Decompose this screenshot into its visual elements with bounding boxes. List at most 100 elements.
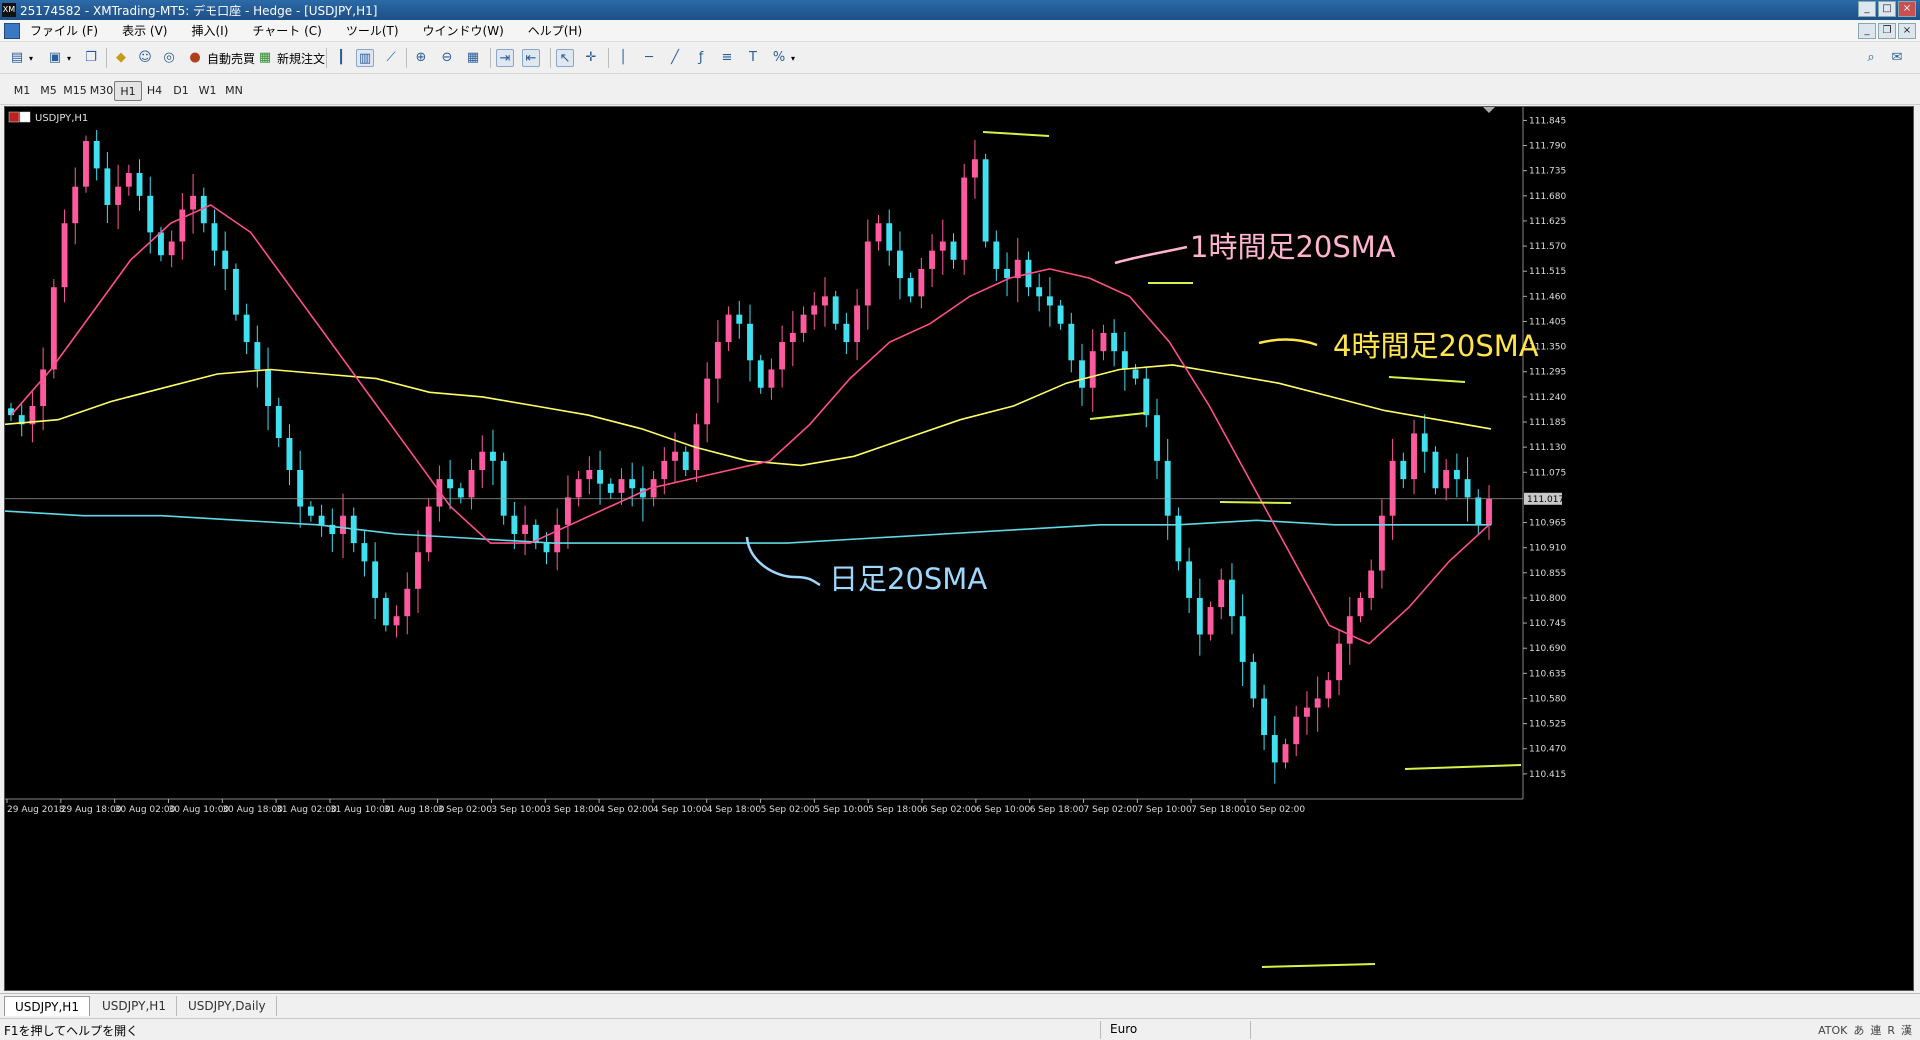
candle-body	[1443, 469, 1450, 489]
timeframe-m30[interactable]: M30	[88, 81, 116, 101]
candlestick-chart-icon[interactable]: ▥	[356, 49, 374, 67]
time-axis-label: 4 Sep 02:00	[599, 805, 654, 815]
chart-tab-1[interactable]: USDJPY,H1	[92, 996, 177, 1016]
text-icon[interactable]: T	[744, 49, 762, 67]
maximize-button[interactable]: □	[1878, 1, 1896, 17]
line-chart-icon[interactable]: ⟋	[382, 49, 400, 67]
timeframe-m1[interactable]: M1	[8, 81, 36, 101]
menu-item-0[interactable]: ファイル (F)	[30, 23, 108, 39]
chart-window-icon[interactable]	[4, 23, 20, 39]
menu-item-1[interactable]: 表示 (V)	[122, 23, 177, 39]
ime-item-1[interactable]: あ	[1853, 1022, 1864, 1038]
price-axis-label: 111.075	[1529, 468, 1566, 478]
candle-body	[597, 469, 604, 484]
minimize-button[interactable]: _	[1858, 1, 1876, 17]
candle-body	[136, 172, 143, 196]
menu-item-5[interactable]: ウインドウ(W)	[423, 23, 514, 39]
candle-body	[1186, 561, 1193, 598]
ime-item-0[interactable]: ATOK	[1818, 1024, 1847, 1037]
candle-body	[575, 479, 582, 498]
candle-body	[1250, 661, 1257, 699]
timeframe-m15[interactable]: M15	[61, 81, 89, 101]
time-axis-label: 30 Aug 02:00	[115, 805, 176, 815]
support-resistance-line	[1388, 376, 1466, 383]
candle-body	[1314, 698, 1321, 708]
candle-body	[1261, 698, 1268, 736]
candle-body	[929, 250, 936, 269]
candle-body	[50, 287, 57, 370]
candle-body	[490, 451, 496, 461]
menu-item-3[interactable]: チャート (C)	[252, 23, 331, 39]
crosshair-icon[interactable]: ✛	[582, 49, 600, 67]
zoom-in-icon[interactable]: ⊕	[412, 49, 430, 67]
timeframe-h1[interactable]: H1	[114, 81, 142, 101]
timeframe-d1[interactable]: D1	[167, 81, 195, 101]
ime-item-2[interactable]: 連	[1870, 1022, 1881, 1038]
candle-body	[1089, 351, 1096, 388]
candle-body	[618, 479, 625, 493]
menu-item-2[interactable]: 挿入(I)	[191, 23, 238, 39]
cursor-icon[interactable]: ↖	[556, 49, 574, 67]
price-chart[interactable]: USDJPY,H1 111.845 111.790 111.735 111.680 111…	[5, 107, 1915, 992]
time-axis-label: 31 Aug 10:00	[330, 805, 391, 815]
auto-trade-button[interactable]: ● 自動売買	[186, 47, 255, 69]
chat-icon[interactable]: ✉	[1888, 49, 1906, 67]
ime-item-3[interactable]: R	[1887, 1024, 1895, 1037]
close-button[interactable]: ×	[1898, 1, 1916, 17]
candle-body	[886, 223, 893, 251]
templates-icon[interactable]: ❐	[82, 49, 100, 67]
search-icon[interactable]: ⌕	[1862, 49, 1880, 67]
time-axis-label: 29 Aug 2018	[7, 805, 65, 815]
shapes-icon[interactable]: %	[770, 49, 788, 67]
candle-body	[1464, 479, 1471, 498]
chart-tab-2[interactable]: USDJPY,Daily	[178, 996, 277, 1016]
candle-body	[1389, 460, 1396, 516]
candle-body	[286, 438, 293, 470]
price-axis-label: 110.965	[1529, 519, 1566, 529]
horizontal-line-icon[interactable]: ─	[640, 49, 658, 67]
fibonacci-icon[interactable]: ƒ	[692, 49, 710, 67]
timeframe-w1[interactable]: W1	[194, 81, 222, 101]
navigator-icon[interactable]: ☺	[136, 49, 154, 67]
candle-body	[393, 616, 400, 626]
market-watch-icon[interactable]: ◆	[112, 49, 130, 67]
mdi-minimize-button[interactable]: _	[1858, 23, 1876, 39]
profiles-icon[interactable]: ▣	[46, 49, 64, 67]
trend-line-icon[interactable]: ╱	[666, 49, 684, 67]
timeframe-m5[interactable]: M5	[35, 81, 63, 101]
time-axis-label: 31 Aug 18:00	[384, 805, 445, 815]
candle-body	[511, 515, 518, 534]
candle-body	[425, 506, 432, 553]
candle-body	[168, 241, 175, 256]
candle-body	[275, 406, 282, 439]
candle-body	[265, 369, 271, 407]
price-axis-label: 110.855	[1529, 569, 1566, 579]
price-axis-label: 111.185	[1529, 418, 1566, 428]
menu-bar: ファイル (F) 表示 (V) 挿入(I) チャート (C) ツール(T) ウインドウ(W…	[0, 20, 1920, 42]
channel-icon[interactable]: ≡	[718, 49, 736, 67]
chart-tab-0[interactable]: USDJPY,H1	[4, 996, 90, 1016]
timeframe-h4[interactable]: H4	[141, 81, 169, 101]
bar-chart-icon[interactable]: ┃	[332, 49, 350, 67]
ime-item-4[interactable]: 漢	[1901, 1022, 1912, 1038]
zoom-out-icon[interactable]: ⊖	[438, 49, 456, 67]
candle-body	[661, 460, 668, 480]
menu-item-6[interactable]: ヘルプ(H)	[528, 23, 592, 39]
new-chart-icon[interactable]: ▤	[8, 49, 26, 67]
menu-item-4[interactable]: ツール(T)	[346, 23, 409, 39]
vertical-line-icon[interactable]: │	[614, 49, 632, 67]
tile-windows-icon[interactable]: ▦	[464, 49, 482, 67]
candle-body	[147, 195, 154, 233]
auto-scroll-icon[interactable]: ⇥	[496, 49, 514, 67]
chart-window[interactable]: USDJPY,H1 111.845 111.790 111.735 111.680 111…	[4, 106, 1914, 991]
price-axis-label: 110.580	[1529, 694, 1566, 704]
mdi-restore-button[interactable]: ❐	[1878, 23, 1896, 39]
timeframe-mn[interactable]: MN	[220, 81, 248, 101]
mdi-close-button[interactable]: ×	[1898, 23, 1916, 39]
new-order-button[interactable]: ▦ 新規注文	[256, 47, 325, 69]
signals-icon[interactable]: ◎	[160, 49, 178, 67]
chart-shift-icon[interactable]: ⇤	[522, 49, 540, 67]
h4-note-connector	[1258, 338, 1318, 347]
time-axis-label: 30 Aug 18:00	[222, 805, 283, 815]
candle-body	[789, 332, 796, 343]
